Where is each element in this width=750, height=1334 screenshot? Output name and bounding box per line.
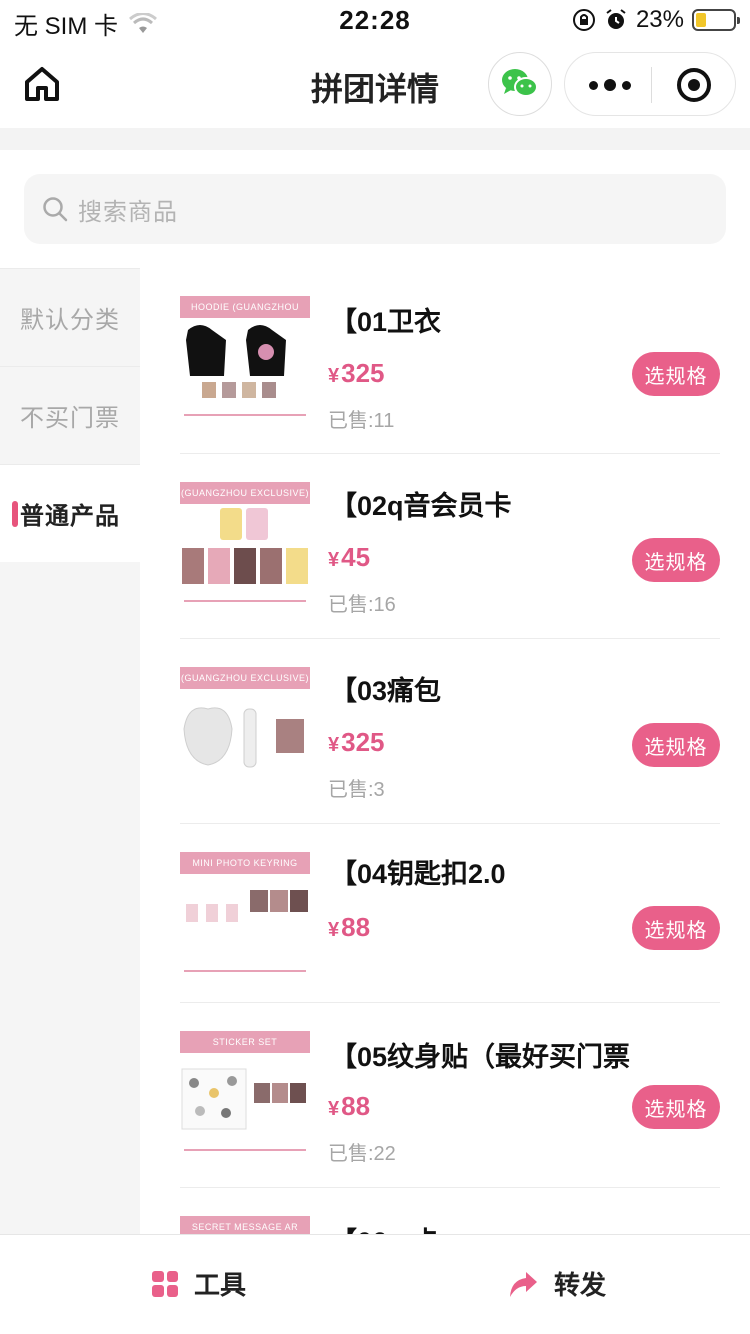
share-label: 转发 <box>554 1270 607 1300</box>
product-image[interactable]: SECRET MESSAGE AR CARD <box>180 1216 310 1234</box>
sidebar-item-no-ticket[interactable]: 不买门票 <box>0 366 140 464</box>
more-dots-icon[interactable] <box>589 79 631 91</box>
product-title: 【06ar卡 <box>330 1220 440 1234</box>
product-price: ¥325 <box>328 727 385 757</box>
product-sold-count: 已售:3 <box>328 779 385 801</box>
list-item[interactable]: (GUANGZHOU EXCLUSIVE) 【03痛包 ¥325 已售:3 选规… <box>180 639 720 824</box>
battery-icon <box>692 9 740 31</box>
target-icon[interactable] <box>677 68 711 102</box>
select-spec-button[interactable]: 选规格 <box>632 538 720 582</box>
list-item[interactable]: SECRET MESSAGE AR CARD 【06ar卡 <box>180 1188 720 1234</box>
list-item[interactable]: HOODIE (GUANGZHOU EXCLUSIVE) 【01卫衣 ¥325 … <box>180 268 720 454</box>
search-icon <box>43 197 68 222</box>
product-image[interactable]: STICKER SET <box>180 1031 310 1157</box>
select-spec-button[interactable]: 选规格 <box>632 1085 720 1129</box>
product-price: ¥325 <box>328 358 385 388</box>
product-image[interactable]: (GUANGZHOU EXCLUSIVE) <box>180 667 310 793</box>
active-indicator <box>12 501 18 527</box>
bottom-toolbar: 工具 转发 <box>0 1234 750 1334</box>
sidebar-item-label: 普通产品 <box>20 503 120 530</box>
product-image[interactable]: (GUANGZHOU EXCLUSIVE) <box>180 482 310 608</box>
wechat-button[interactable] <box>488 52 552 116</box>
mini-program-capsule <box>564 52 736 116</box>
tools-button[interactable]: 工具 <box>152 1265 246 1302</box>
product-title: 【02q音会员卡 <box>330 491 512 521</box>
product-image[interactable]: MINI PHOTO KEYRING <box>180 852 310 978</box>
category-sidebar: 默认分类 不买门票 普通产品 <box>0 268 140 1234</box>
wechat-icon <box>502 69 538 97</box>
product-sold-count: 已售:22 <box>328 1143 396 1165</box>
product-price: ¥45 <box>328 542 371 572</box>
sidebar-item-normal-products[interactable]: 普通产品 <box>0 464 140 562</box>
alarm-icon <box>606 9 626 29</box>
product-price: ¥88 <box>328 912 371 942</box>
tools-label: 工具 <box>194 1270 247 1300</box>
product-title: 【04钥匙扣2.0 <box>330 859 506 889</box>
product-list: HOODIE (GUANGZHOU EXCLUSIVE) 【01卫衣 ¥325 … <box>180 268 720 1234</box>
select-spec-button[interactable]: 选规格 <box>632 723 720 767</box>
grid-icon <box>152 1270 178 1297</box>
sidebar-item-default[interactable]: 默认分类 <box>0 268 140 366</box>
battery-percent: 23% <box>635 6 684 33</box>
list-item[interactable]: STICKER SET 【05纹身贴（最好买门票 ¥88 已售:22 选规格 <box>180 1003 720 1188</box>
status-bar: 无 SIM 卡 22:28 23% <box>0 0 750 42</box>
product-title: 【05纹身贴（最好买门票 <box>330 1042 631 1072</box>
sidebar-item-label: 不买门票 <box>20 405 120 432</box>
product-price: ¥88 <box>328 1091 371 1121</box>
search-placeholder: 搜索商品 <box>78 198 178 226</box>
sidebar-item-label: 默认分类 <box>20 307 120 334</box>
product-image[interactable]: HOODIE (GUANGZHOU EXCLUSIVE) <box>180 296 310 422</box>
product-sold-count: 已售:16 <box>328 594 396 616</box>
search-input[interactable]: 搜索商品 <box>24 174 726 244</box>
share-button[interactable]: 转发 <box>508 1265 606 1302</box>
lock-icon <box>572 9 595 31</box>
share-arrow-icon <box>510 1271 537 1297</box>
list-item[interactable]: (GUANGZHOU EXCLUSIVE) 【02q音会员卡 ¥45 已售:16… <box>180 454 720 639</box>
system-indicators: 23% <box>572 6 740 34</box>
list-item[interactable]: MINI PHOTO KEYRING 【04钥匙扣2.0 ¥88 选规格 <box>180 824 720 1003</box>
select-spec-button[interactable]: 选规格 <box>632 906 720 950</box>
select-spec-button[interactable]: 选规格 <box>632 352 720 396</box>
product-title: 【03痛包 <box>330 676 442 706</box>
product-title: 【01卫衣 <box>330 307 442 337</box>
nav-bar: 拼团详情 <box>0 42 750 128</box>
product-sold-count: 已售:11 <box>328 410 395 432</box>
